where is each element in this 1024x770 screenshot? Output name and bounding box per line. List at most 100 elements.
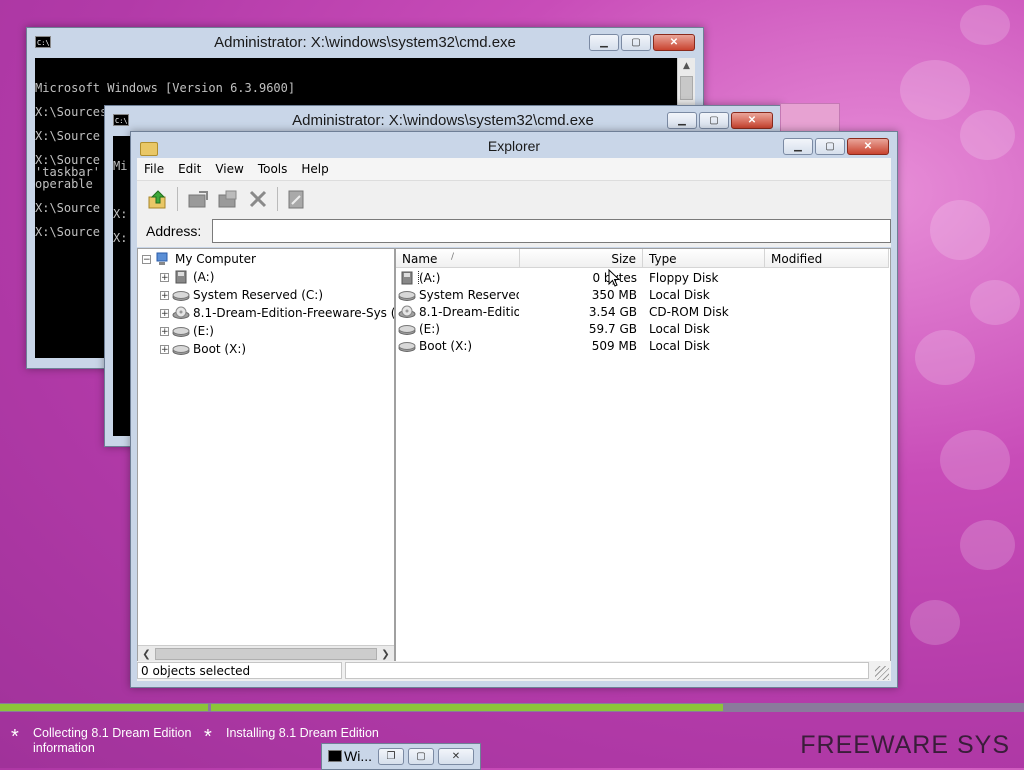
- column-name-label: Name: [402, 252, 438, 266]
- expand-toggle[interactable]: +: [160, 290, 169, 300]
- cd-drive-icon: [398, 305, 416, 318]
- expand-toggle[interactable]: +: [160, 308, 169, 318]
- scroll-thumb[interactable]: [680, 76, 693, 100]
- minimize-button[interactable]: ▁: [667, 112, 697, 129]
- maximize-button[interactable]: ▢: [408, 748, 434, 765]
- file-list[interactable]: Name / Size Type Modified (A:) 0 bytes Flo…: [395, 248, 891, 664]
- explorer-window[interactable]: Explorer ▁ ▢ ✕ File Edit View Tools Help Add…: [130, 131, 898, 688]
- column-header-name[interactable]: Name /: [396, 249, 520, 268]
- maximize-button[interactable]: ▢: [699, 112, 729, 129]
- expand-toggle[interactable]: +: [160, 344, 169, 354]
- minimize-button[interactable]: ▁: [783, 138, 813, 155]
- title-bar[interactable]: C:\ Administrator: X:\windows\system32\c…: [27, 28, 703, 56]
- toolbar: [137, 180, 891, 218]
- move-to-button[interactable]: [185, 186, 211, 212]
- computer-icon: [156, 252, 168, 265]
- list-item-name: (A:): [398, 271, 519, 285]
- close-button[interactable]: ✕: [653, 34, 695, 51]
- tree-label: (A:): [193, 270, 215, 284]
- menu-view[interactable]: View: [208, 158, 250, 176]
- expand-toggle[interactable]: +: [160, 272, 169, 282]
- name-text: Boot (X:): [419, 339, 473, 353]
- column-header-modified[interactable]: Modified: [765, 249, 889, 268]
- tree-label: System Reserved (C:): [193, 288, 324, 302]
- column-header-type[interactable]: Type: [643, 249, 765, 268]
- minimized-window[interactable]: Wi... ❐ ▢ ✕: [321, 743, 481, 770]
- properties-button[interactable]: [283, 186, 309, 212]
- status-panel: [345, 662, 869, 679]
- name-text: 8.1-Dream-Editio...: [419, 305, 519, 319]
- window-icon: [328, 750, 342, 762]
- step1-progress-bar: [0, 704, 208, 711]
- tree-label: (E:): [193, 324, 214, 338]
- step-star-icon: *: [204, 726, 212, 748]
- menu-tools[interactable]: Tools: [251, 158, 295, 176]
- step-label: Installing 8.1 Dream Edition: [226, 726, 379, 740]
- list-item[interactable]: (A:) 0 bytes Floppy Disk: [396, 270, 890, 287]
- column-type-label: Type: [649, 252, 677, 266]
- up-folder-button[interactable]: [145, 186, 171, 212]
- status-text: 0 objects selected: [137, 662, 342, 679]
- list-item[interactable]: System Reserved ... 350 MB Local Disk: [396, 287, 890, 304]
- title-bar[interactable]: Explorer ▁ ▢ ✕: [131, 132, 897, 160]
- restore-button[interactable]: ❐: [378, 748, 404, 765]
- menu-help[interactable]: Help: [294, 158, 335, 176]
- tree-item[interactable]: + System Reserved (C:): [160, 286, 323, 304]
- list-item-type: Local Disk: [649, 288, 710, 302]
- close-button[interactable]: ✕: [438, 748, 474, 765]
- hard-drive-icon: [398, 342, 416, 352]
- list-item[interactable]: Boot (X:) 509 MB Local Disk: [396, 338, 890, 355]
- list-item-size: 59.7 GB: [588, 322, 637, 336]
- menu-edit[interactable]: Edit: [171, 158, 208, 176]
- column-size-label: Size: [611, 252, 636, 266]
- tree-label: Boot (X:): [193, 342, 247, 356]
- list-item[interactable]: (E:) 59.7 GB Local Disk: [396, 321, 890, 338]
- menu-file[interactable]: File: [137, 158, 171, 176]
- tree-item[interactable]: + (A:): [160, 268, 214, 286]
- close-button[interactable]: ✕: [731, 112, 773, 129]
- floppy-disk-icon: [401, 271, 413, 285]
- move-to-icon: [188, 191, 208, 208]
- scroll-up-arrow[interactable]: ▲: [678, 58, 695, 75]
- folder-tree[interactable]: − My Computer + (A:) + System Reserved (C:)…: [137, 248, 395, 664]
- resize-grip[interactable]: [875, 666, 889, 680]
- hard-drive-icon: [172, 291, 190, 301]
- address-bar: Address:: [137, 217, 891, 247]
- setup-step-collecting: * Collecting 8.1 Dream Edition informati…: [11, 726, 193, 756]
- hard-drive-icon: [172, 327, 190, 337]
- floppy-disk-icon: [175, 270, 187, 284]
- column-header-size[interactable]: Size: [520, 249, 643, 268]
- list-item-name: Boot (X:): [398, 339, 519, 353]
- scroll-thumb[interactable]: [155, 648, 377, 660]
- setup-step-installing: * Installing 8.1 Dream Edition: [204, 726, 426, 747]
- list-item[interactable]: 8.1-Dream-Editio... 3.54 GB CD-ROM Disk: [396, 304, 890, 321]
- mouse-cursor-icon: [608, 269, 620, 287]
- delete-button[interactable]: [245, 186, 271, 212]
- name-text: (E:): [419, 322, 440, 336]
- maximize-button[interactable]: ▢: [815, 138, 845, 155]
- address-label: Address:: [146, 223, 202, 239]
- setup-progress-track: [0, 703, 1024, 712]
- minimize-button[interactable]: ▁: [589, 34, 619, 51]
- title-bar[interactable]: C:\ Administrator: X:\windows\system32\c…: [105, 106, 781, 134]
- copy-to-button[interactable]: [215, 186, 241, 212]
- list-item-type: CD-ROM Disk: [649, 305, 729, 319]
- list-item-size: 3.54 GB: [588, 305, 637, 319]
- hard-drive-icon: [398, 291, 416, 301]
- tree-label: My Computer: [175, 252, 256, 266]
- hard-drive-icon: [398, 325, 416, 335]
- cd-drive-icon: [172, 306, 190, 319]
- tree-item[interactable]: + (E:): [160, 322, 214, 340]
- minimized-window-label: Wi...: [344, 748, 372, 764]
- tree-root-my-computer[interactable]: − My Computer: [142, 250, 256, 268]
- tree-item[interactable]: +8.1-Dream-Edition-Freeware-Sys (D:): [160, 304, 394, 322]
- close-button[interactable]: ✕: [847, 138, 889, 155]
- step-star-icon: *: [11, 726, 19, 748]
- collapse-toggle[interactable]: −: [142, 254, 151, 264]
- menu-bar: File Edit View Tools Help: [137, 158, 891, 180]
- name-text: System Reserved ...: [419, 288, 519, 302]
- expand-toggle[interactable]: +: [160, 326, 169, 336]
- address-input[interactable]: [212, 219, 891, 243]
- maximize-button[interactable]: ▢: [621, 34, 651, 51]
- tree-item[interactable]: + Boot (X:): [160, 340, 246, 358]
